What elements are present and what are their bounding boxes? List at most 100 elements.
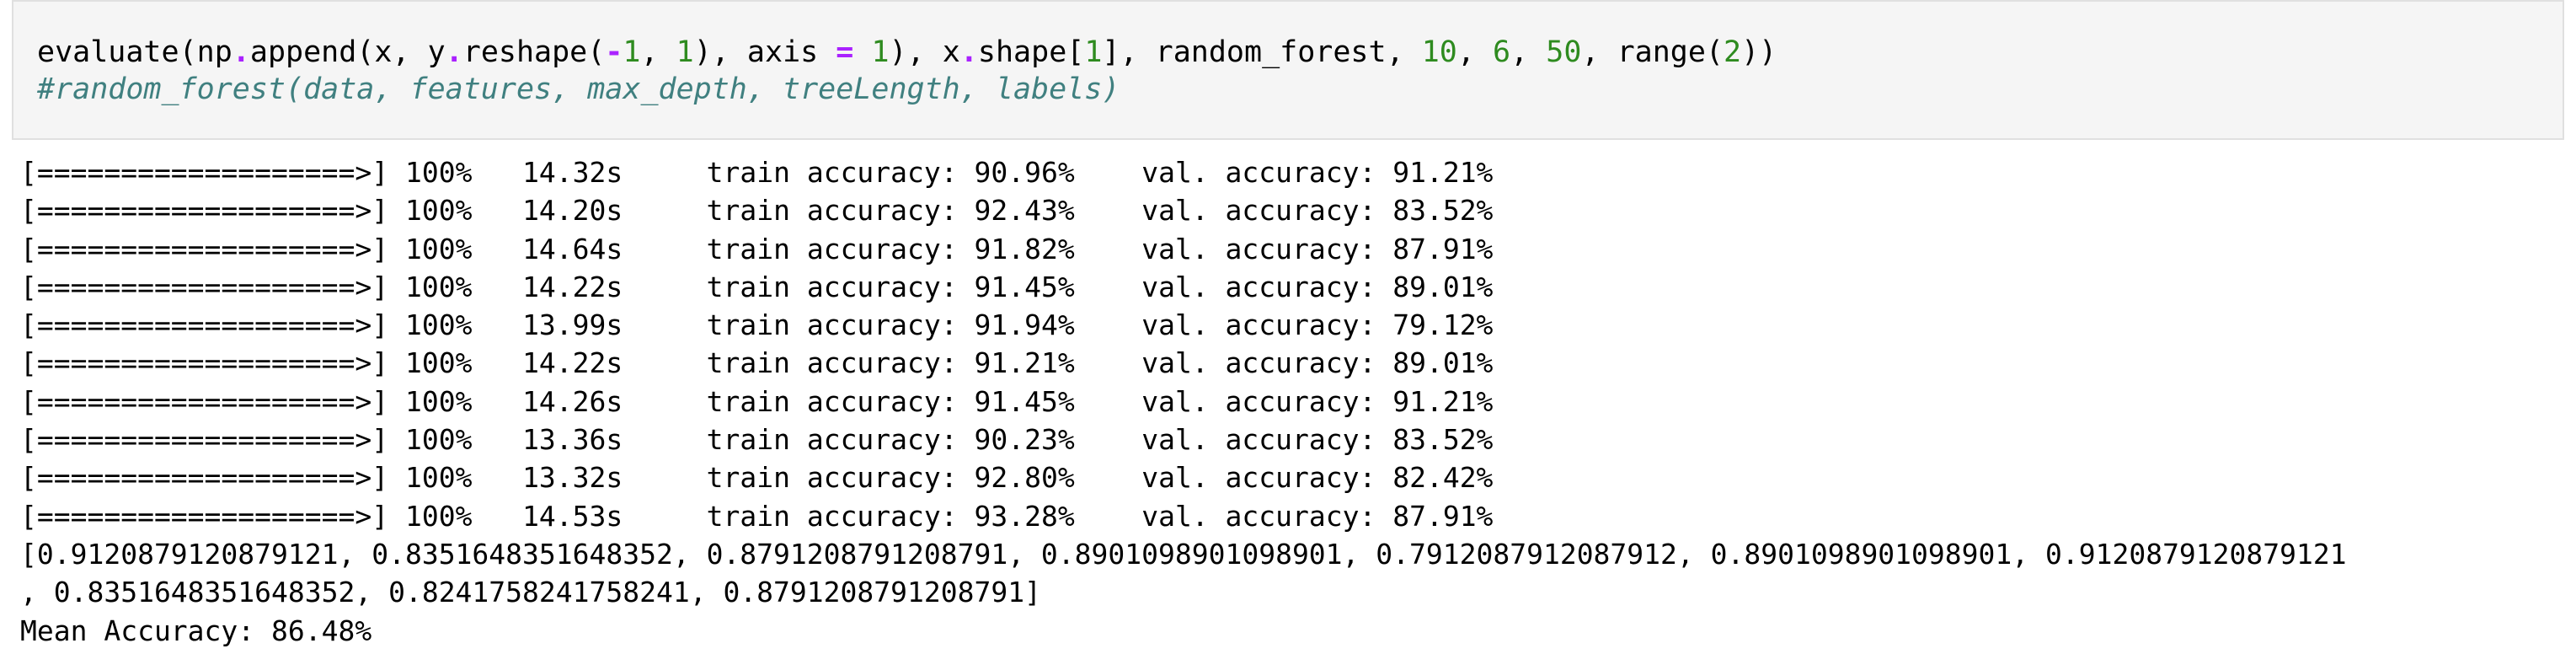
code-token: ), x xyxy=(889,35,960,69)
progress-bar: [===================>] xyxy=(20,194,389,228)
val-accuracy: val. accuracy: 91.21% xyxy=(1141,384,1494,418)
cell-output: [===================>] 100% 14.32s train… xyxy=(20,153,2573,650)
code-token: evaluate(np xyxy=(37,35,232,69)
train-accuracy: train accuracy: 91.45% xyxy=(706,384,1075,418)
progress-percent: 100% xyxy=(404,232,473,265)
val-accuracy: val. accuracy: 89.01% xyxy=(1141,270,1494,303)
progress-line: [===================>] 100% 14.22s train… xyxy=(20,344,2573,382)
progress-bar: [===================>] xyxy=(20,232,389,265)
progress-bar: [===================>] xyxy=(20,461,389,495)
epoch-time: 14.22s xyxy=(522,270,623,303)
code-cell[interactable]: evaluate(np.append(x, y.reshape(-1, 1), … xyxy=(12,0,2564,140)
progress-bar: [===================>] xyxy=(20,384,389,418)
code-token: 1 xyxy=(623,35,641,69)
code-token: 6 xyxy=(1493,35,1511,69)
accuracy-list-line-1: [0.9120879120879121, 0.8351648351648352,… xyxy=(20,537,2347,571)
train-accuracy: train accuracy: 92.80% xyxy=(706,461,1075,495)
progress-percent: 100% xyxy=(404,194,473,228)
progress-percent: 100% xyxy=(404,461,473,495)
progress-line: [===================>] 100% 14.53s train… xyxy=(20,497,2573,535)
progress-percent: 100% xyxy=(404,156,473,189)
progress-line: [===================>] 100% 14.26s train… xyxy=(20,383,2573,421)
progress-line: [===================>] 100% 13.99s train… xyxy=(20,306,2573,344)
train-accuracy: train accuracy: 93.28% xyxy=(706,499,1075,533)
train-accuracy: train accuracy: 91.45% xyxy=(706,270,1075,303)
code-line-1: evaluate(np.append(x, y.reshape(-1, 1), … xyxy=(37,34,1777,71)
epoch-time: 13.99s xyxy=(522,308,623,342)
code-token: . xyxy=(959,35,978,69)
progress-bar: [===================>] xyxy=(20,156,389,189)
code-token: 2 xyxy=(1724,35,1742,69)
code-token: , range( xyxy=(1581,35,1724,69)
train-accuracy: train accuracy: 90.96% xyxy=(706,156,1075,189)
progress-line: [===================>] 100% 14.32s train… xyxy=(20,153,2573,191)
progress-line: [===================>] 100% 14.22s train… xyxy=(20,268,2573,306)
code-token: 10 xyxy=(1421,35,1457,69)
train-accuracy: train accuracy: 90.23% xyxy=(706,423,1075,457)
code-token: append(x, y xyxy=(249,35,446,69)
train-accuracy: train accuracy: 91.21% xyxy=(706,346,1075,380)
train-accuracy: train accuracy: 92.43% xyxy=(706,194,1075,228)
progress-line: [===================>] 100% 14.20s train… xyxy=(20,191,2573,229)
code-token: ], random_forest, xyxy=(1102,35,1422,69)
val-accuracy: val. accuracy: 87.91% xyxy=(1141,499,1494,533)
val-accuracy: val. accuracy: 79.12% xyxy=(1141,308,1494,342)
train-accuracy: train accuracy: 91.94% xyxy=(706,308,1075,342)
code-token: 1 xyxy=(1084,35,1103,69)
code-token: 1 xyxy=(676,35,694,69)
val-accuracy: val. accuracy: 83.52% xyxy=(1141,194,1494,228)
progress-bar: [===================>] xyxy=(20,270,389,303)
epoch-time: 13.32s xyxy=(522,461,623,495)
code-token: , xyxy=(1510,35,1547,69)
val-accuracy: val. accuracy: 83.52% xyxy=(1141,423,1494,457)
epoch-time: 14.32s xyxy=(522,156,623,189)
progress-percent: 100% xyxy=(404,308,473,342)
val-accuracy: val. accuracy: 87.91% xyxy=(1141,232,1494,265)
progress-bar: [===================>] xyxy=(20,499,389,533)
code-token: reshape( xyxy=(462,35,606,69)
progress-bar: [===================>] xyxy=(20,423,389,457)
epoch-time: 14.53s xyxy=(522,499,623,533)
epoch-time: 14.20s xyxy=(522,194,623,228)
code-token: 1 xyxy=(871,35,890,69)
code-token: . xyxy=(445,35,463,69)
epoch-time: 14.22s xyxy=(522,346,623,380)
code-token: shape[ xyxy=(977,35,1085,69)
code-token: . xyxy=(232,35,250,69)
val-accuracy: val. accuracy: 89.01% xyxy=(1141,346,1494,380)
mean-accuracy: Mean Accuracy: 86.48% xyxy=(20,614,372,647)
progress-percent: 100% xyxy=(404,423,473,457)
progress-percent: 100% xyxy=(404,384,473,418)
code-token: ), axis xyxy=(693,35,836,69)
progress-bar: [===================>] xyxy=(20,346,389,380)
progress-percent: 100% xyxy=(404,499,473,533)
